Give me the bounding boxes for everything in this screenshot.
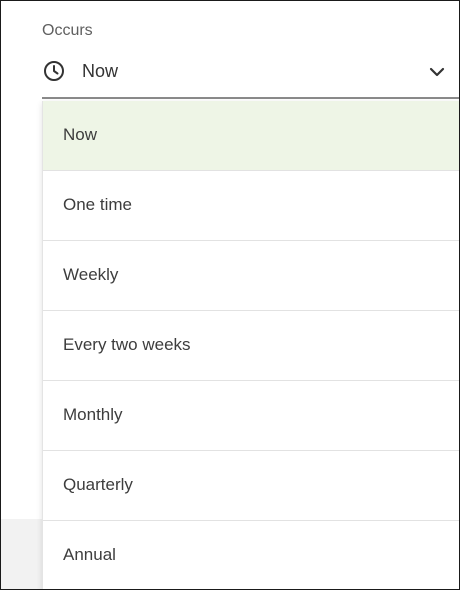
- clock-icon: [42, 59, 66, 83]
- occurs-options-list: Now One time Weekly Every two weeks Mont…: [42, 101, 459, 589]
- option-weekly[interactable]: Weekly: [43, 241, 459, 311]
- option-every-two-weeks[interactable]: Every two weeks: [43, 311, 459, 381]
- option-label: Annual: [63, 545, 116, 564]
- occurs-dropdown-panel: Occurs Now Now One time Weekly Every two…: [0, 0, 460, 590]
- occurs-selected-value: Now: [82, 61, 119, 81]
- option-quarterly[interactable]: Quarterly: [43, 451, 459, 521]
- option-label: Every two weeks: [63, 335, 191, 354]
- option-label: Monthly: [63, 405, 123, 424]
- option-annual[interactable]: Annual: [43, 521, 459, 589]
- option-one-time[interactable]: One time: [43, 171, 459, 241]
- option-now[interactable]: Now: [43, 101, 459, 171]
- option-label: Quarterly: [63, 475, 133, 494]
- option-label: Weekly: [63, 265, 119, 284]
- option-label: Now: [63, 125, 98, 144]
- option-monthly[interactable]: Monthly: [43, 381, 459, 451]
- chevron-down-icon[interactable]: [428, 63, 446, 81]
- field-underline: [42, 97, 459, 99]
- occurs-label: Occurs: [42, 22, 93, 39]
- occurs-value-row[interactable]: Now: [42, 61, 459, 99]
- occurs-select[interactable]: Occurs Now: [42, 15, 459, 99]
- option-label: One time: [63, 195, 132, 214]
